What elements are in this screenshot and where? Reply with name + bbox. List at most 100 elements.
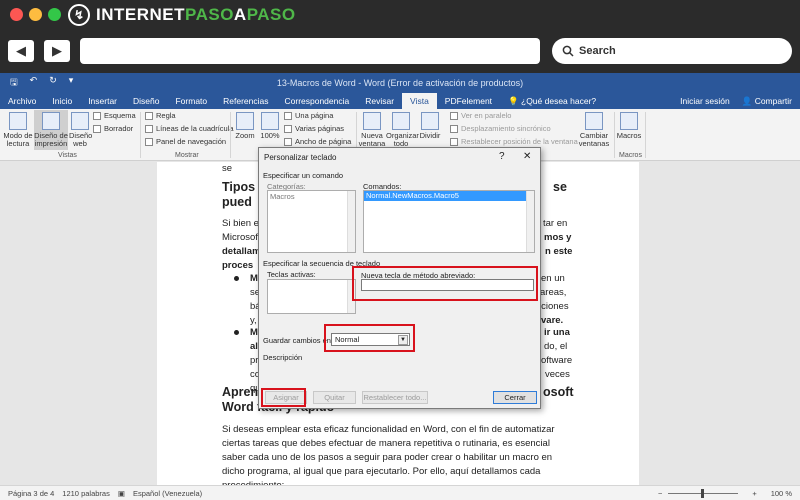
una-pagina-button[interactable]: Una página bbox=[284, 111, 333, 120]
zoom-button[interactable]: Zoom bbox=[234, 112, 256, 140]
scrollbar[interactable] bbox=[347, 280, 355, 313]
ribbon-label: Diseño de impresión bbox=[34, 131, 68, 148]
close-dot[interactable] bbox=[10, 8, 23, 21]
tab-referencias[interactable]: Referencias bbox=[215, 93, 276, 109]
tab-insertar[interactable]: Insertar bbox=[80, 93, 125, 109]
reset-all-button[interactable]: Restablecer todo... bbox=[362, 391, 428, 404]
modo-lectura-button[interactable]: Modo de lectura bbox=[3, 112, 33, 148]
sign-in-link[interactable]: Iniciar sesión bbox=[680, 96, 730, 107]
save-in-select[interactable]: Normal ▼ bbox=[331, 333, 410, 346]
zoom-control: − + 100 % bbox=[650, 488, 792, 498]
ribbon-label: 100% bbox=[260, 131, 280, 140]
zoom-100-icon bbox=[261, 112, 279, 130]
ribbon-label: Esquema bbox=[104, 111, 136, 120]
tab-archivo[interactable]: Archivo bbox=[0, 93, 44, 109]
word-count[interactable]: 1210 palabras bbox=[62, 489, 110, 498]
organizar-button[interactable]: Organizar todo bbox=[386, 112, 419, 148]
ribbon-label: Panel de navegación bbox=[156, 137, 227, 146]
word-titlebar: 🖫 ↶ ↻ ▾ 13-Macros de Word - Word (Error … bbox=[0, 73, 800, 93]
scrollbar[interactable] bbox=[526, 191, 534, 252]
close-button[interactable]: Cerrar bbox=[493, 391, 537, 404]
search-placeholder: Search bbox=[579, 45, 616, 57]
language[interactable]: Español (Venezuela) bbox=[133, 489, 202, 498]
window-controls bbox=[10, 8, 61, 21]
doc-heading: pued bbox=[222, 195, 252, 209]
close-icon[interactable]: ✕ bbox=[523, 151, 531, 162]
remove-button[interactable]: Quitar bbox=[313, 391, 356, 404]
tab-revisar[interactable]: Revisar bbox=[357, 93, 402, 109]
doc-text: al bbox=[250, 341, 258, 352]
current-keys-list[interactable] bbox=[267, 279, 356, 314]
diseno-web-button[interactable]: Diseño web bbox=[69, 112, 92, 148]
brand-part: PASO bbox=[185, 5, 234, 24]
logo-text: INTERNETPASOAPASO bbox=[96, 5, 296, 25]
description-label: Descripción bbox=[263, 353, 303, 362]
categories-list[interactable]: Macros bbox=[267, 190, 356, 253]
group-label: Mostrar bbox=[175, 152, 199, 159]
borrador-button[interactable]: Borrador bbox=[93, 124, 133, 133]
page-icon bbox=[42, 112, 60, 130]
page-count[interactable]: Página 3 de 4 bbox=[8, 489, 54, 498]
doc-text: detallam bbox=[222, 246, 261, 257]
zoom-slider-thumb[interactable] bbox=[701, 488, 705, 498]
ribbon-label: Organizar todo bbox=[386, 131, 419, 148]
doc-text: en un bbox=[541, 273, 565, 284]
regla-checkbox[interactable]: Regla bbox=[145, 111, 176, 120]
zoom-100-button[interactable]: 100% bbox=[258, 112, 282, 140]
assign-button[interactable]: Asignar bbox=[265, 391, 307, 404]
zoom-out-button[interactable]: − bbox=[658, 489, 662, 498]
ver-paralelo-button[interactable]: Ver en paralelo bbox=[450, 111, 511, 120]
tab-pdfelement[interactable]: PDFelement bbox=[437, 93, 500, 109]
help-button[interactable]: ? bbox=[499, 151, 505, 162]
commands-list[interactable]: Normal.NewMacros.Macro5 bbox=[363, 190, 535, 253]
proofing-icon[interactable]: ▣ bbox=[118, 489, 125, 498]
tell-me-box[interactable]: 💡 ¿Qué desea hacer? bbox=[500, 93, 604, 109]
group-label: Vistas bbox=[58, 152, 77, 159]
status-bar: Página 3 de 4 1210 palabras ▣ Español (V… bbox=[0, 485, 800, 500]
ribbon-label: Macros bbox=[616, 131, 642, 140]
desplazamiento-button[interactable]: Desplazamiento sincrónico bbox=[450, 124, 551, 133]
scrollbar[interactable] bbox=[347, 191, 355, 252]
tab-inicio[interactable]: Inicio bbox=[44, 93, 80, 109]
ancho-pagina-button[interactable]: Ancho de página bbox=[284, 137, 351, 146]
doc-text: tar en bbox=[543, 218, 568, 229]
zoom-level[interactable]: 100 % bbox=[771, 489, 792, 498]
cambiar-ventanas-button[interactable]: Cambiar ventanas bbox=[576, 112, 612, 148]
restablecer-button[interactable]: Restablecer posición de la ventana bbox=[450, 137, 578, 146]
varias-paginas-button[interactable]: Varias páginas bbox=[284, 124, 344, 133]
back-button[interactable]: ◀ bbox=[8, 40, 34, 62]
lineas-checkbox[interactable]: Líneas de la cuadrícula bbox=[145, 124, 234, 133]
macros-button[interactable]: Macros bbox=[616, 112, 642, 140]
search-input[interactable]: Search bbox=[552, 38, 792, 64]
list-item[interactable]: Macros bbox=[268, 191, 355, 202]
doc-text: ir una bbox=[544, 327, 570, 338]
list-item[interactable]: Normal.NewMacros.Macro5 bbox=[364, 191, 534, 201]
diseno-impresion-button[interactable]: Diseño de impresión bbox=[34, 110, 68, 150]
maximize-dot[interactable] bbox=[48, 8, 61, 21]
tab-vista[interactable]: Vista bbox=[402, 93, 437, 109]
group-label: Macros bbox=[619, 152, 642, 159]
nueva-ventana-button[interactable]: Nueva ventana bbox=[358, 112, 386, 148]
forward-button[interactable]: ▶ bbox=[44, 40, 70, 62]
tab-correspondencia[interactable]: Correspondencia bbox=[277, 93, 358, 109]
zoom-in-button[interactable]: + bbox=[752, 489, 756, 498]
dividir-button[interactable]: Dividir bbox=[418, 112, 442, 140]
tell-me-label: ¿Qué desea hacer? bbox=[521, 96, 597, 106]
share-label: Compartir bbox=[754, 95, 792, 106]
doc-heading: se bbox=[553, 180, 567, 194]
tab-formato[interactable]: Formato bbox=[167, 93, 215, 109]
esquema-button[interactable]: Esquema bbox=[93, 111, 136, 120]
doc-text: M bbox=[250, 327, 258, 338]
zoom-slider[interactable] bbox=[668, 488, 739, 498]
search-icon bbox=[562, 45, 574, 57]
page-width-icon bbox=[284, 137, 292, 146]
ribbon-label: Ancho de página bbox=[295, 137, 352, 146]
ribbon-label: Una página bbox=[295, 111, 334, 120]
tab-diseno[interactable]: Diseño bbox=[125, 93, 167, 109]
new-shortcut-input[interactable] bbox=[361, 279, 534, 291]
address-bar[interactable] bbox=[80, 38, 540, 64]
doc-text: se bbox=[222, 163, 233, 174]
share-button[interactable]: 👤 Compartir bbox=[742, 96, 792, 107]
panel-checkbox[interactable]: Panel de navegación bbox=[145, 137, 226, 146]
minimize-dot[interactable] bbox=[29, 8, 42, 21]
